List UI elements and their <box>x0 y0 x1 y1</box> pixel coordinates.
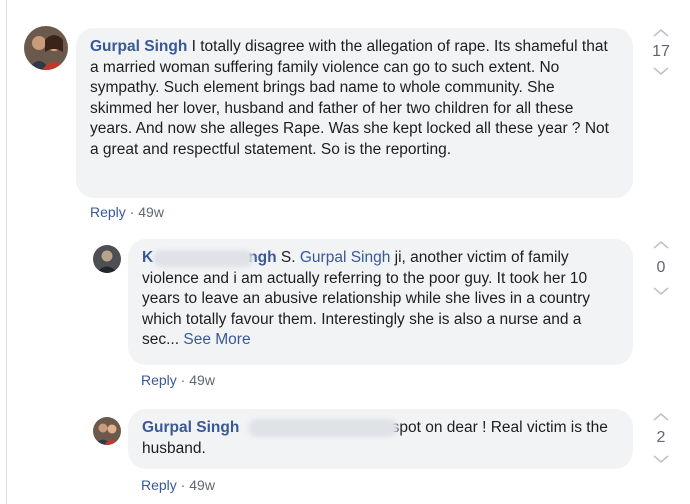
comment-thread: Gurpal Singh I totally disagree with the… <box>0 0 690 504</box>
chevron-down-icon[interactable] <box>652 66 670 76</box>
comment-text: I totally disagree with the allegation o… <box>90 38 609 158</box>
comment-author[interactable]: Gurpal Singh <box>90 38 187 55</box>
reply-link[interactable]: Reply <box>90 204 126 220</box>
reply-bubble: Kngh S. Gurpal Singh ji, another victim … <box>128 239 633 365</box>
reply-meta: Reply · 49w <box>141 477 215 493</box>
chevron-up-icon[interactable] <box>652 28 670 38</box>
avatar-user-icon <box>93 245 121 273</box>
mention-link[interactable]: Gurpal Singh <box>300 249 390 266</box>
comment-bubble: Gurpal Singh I totally disagree with the… <box>76 28 633 198</box>
timestamp[interactable]: 49w <box>189 477 215 493</box>
chevron-down-icon[interactable] <box>652 454 670 464</box>
reply-link[interactable]: Reply <box>141 372 177 388</box>
reply-bubble: Gurpal Singh spot on dear ! Real victim … <box>128 409 633 469</box>
reply-meta: Reply · 49w <box>141 372 215 388</box>
redacted-name <box>153 250 253 267</box>
chevron-down-icon[interactable] <box>652 286 670 296</box>
avatar[interactable] <box>93 245 121 273</box>
chevron-up-icon[interactable] <box>652 240 670 250</box>
vote-count: 2 <box>656 429 666 446</box>
timestamp[interactable]: 49w <box>138 204 164 220</box>
chevron-up-icon[interactable] <box>652 412 670 422</box>
meta-separator: · <box>125 204 139 220</box>
vote-control: 2 <box>646 412 676 464</box>
vote-control: 0 <box>646 240 676 296</box>
avatar[interactable] <box>24 26 68 70</box>
avatar-couple-icon <box>24 26 68 70</box>
reply-author[interactable]: Gurpal Singh <box>142 419 239 436</box>
comment-meta: Reply · 49w <box>90 204 164 220</box>
avatar[interactable] <box>93 417 121 445</box>
vote-control: 17 <box>646 28 676 76</box>
meta-separator: · <box>176 372 190 388</box>
avatar-couple-icon <box>93 417 121 445</box>
vote-count: 0 <box>656 259 666 276</box>
redacted-name <box>248 419 398 437</box>
vote-count: 17 <box>652 43 670 60</box>
reply-text-pre: S. <box>276 249 300 266</box>
see-more-link[interactable]: See More <box>183 331 250 348</box>
meta-separator: · <box>176 477 190 493</box>
reply-author[interactable]: K <box>142 249 153 266</box>
thread-divider <box>6 0 7 504</box>
timestamp[interactable]: 49w <box>189 372 215 388</box>
reply-link[interactable]: Reply <box>141 477 177 493</box>
